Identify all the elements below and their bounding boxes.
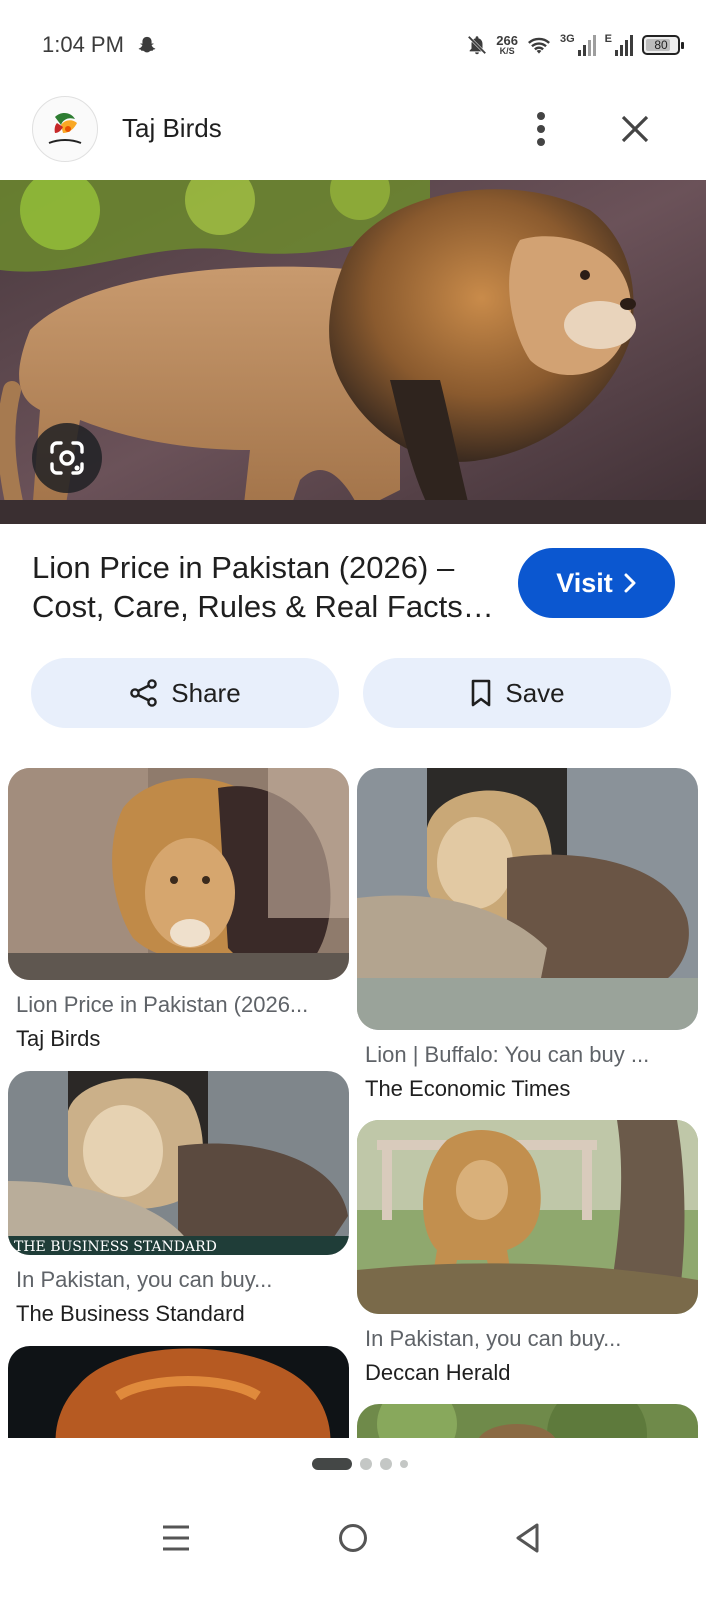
related-card[interactable]: Lion Price in Pakistan (2026... Taj Bird… bbox=[8, 768, 349, 1052]
status-indicators: 266 K/S 3G E 80 bbox=[466, 30, 684, 60]
taj-birds-logo-icon bbox=[48, 113, 82, 144]
more-vert-icon bbox=[537, 112, 545, 146]
related-source: Deccan Herald bbox=[365, 1360, 511, 1385]
related-card[interactable]: Lion | Buffalo: You can buy ... The Econ… bbox=[357, 768, 698, 1102]
related-source: The Business Standard bbox=[16, 1301, 245, 1326]
share-button[interactable]: Share bbox=[31, 658, 339, 728]
network-type-1: 3G bbox=[559, 33, 575, 45]
network-speed-unit: K/S bbox=[499, 46, 515, 56]
network-speed: 266 K/S bbox=[496, 34, 518, 56]
visit-label: Visit bbox=[556, 567, 613, 598]
visit-button[interactable]: Visit bbox=[518, 548, 675, 618]
lion-photo bbox=[0, 180, 706, 524]
back-button[interactable] bbox=[498, 1508, 558, 1568]
save-label: Save bbox=[505, 677, 565, 708]
signal-icon bbox=[577, 35, 596, 56]
related-title: In Pakistan, you can buy... bbox=[16, 1267, 273, 1292]
business-standard-watermark: THE BUSINESS STANDARD bbox=[14, 1239, 217, 1255]
related-card[interactable] bbox=[357, 1404, 698, 1438]
related-thumbnail bbox=[357, 1120, 698, 1314]
page-dot bbox=[360, 1458, 372, 1470]
site-logo[interactable] bbox=[32, 96, 98, 162]
page-dot bbox=[400, 1460, 408, 1468]
page-dot-active bbox=[312, 1458, 352, 1470]
related-card[interactable]: In Pakistan, you can buy... Deccan Heral… bbox=[357, 1120, 698, 1386]
google-lens-icon bbox=[50, 441, 84, 475]
related-source: The Economic Times bbox=[365, 1076, 571, 1101]
system-nav-bar bbox=[0, 1490, 720, 1600]
related-title: Lion Price in Pakistan (2026... bbox=[16, 992, 309, 1017]
related-source: Taj Birds bbox=[16, 1026, 101, 1051]
related-thumbnail: THE BUSINESS STANDARD bbox=[8, 1071, 349, 1255]
site-name[interactable]: Taj Birds bbox=[122, 113, 222, 144]
site-header: Taj Birds bbox=[0, 96, 720, 168]
menu-icon bbox=[163, 1525, 189, 1551]
network-type-2: E bbox=[604, 33, 612, 45]
home-circle-icon bbox=[339, 1524, 367, 1552]
related-title: In Pakistan, you can buy... bbox=[365, 1326, 622, 1351]
bell-off-icon bbox=[468, 35, 487, 55]
share-icon bbox=[130, 679, 158, 707]
close-icon bbox=[621, 115, 649, 143]
related-images-grid: Lion Price in Pakistan (2026... Taj Bird… bbox=[8, 768, 698, 1438]
related-card[interactable] bbox=[8, 1346, 349, 1438]
status-bar: 1:04 PM 266 K/S 3G E 80 bbox=[0, 0, 720, 92]
lens-button[interactable] bbox=[32, 423, 102, 493]
snapchat-icon bbox=[138, 36, 156, 53]
related-thumbnail bbox=[8, 1346, 349, 1438]
hero-image[interactable] bbox=[0, 180, 706, 524]
save-button[interactable]: Save bbox=[363, 658, 671, 728]
page-indicator bbox=[0, 1456, 720, 1472]
close-button[interactable] bbox=[612, 106, 658, 152]
related-thumbnail bbox=[8, 768, 349, 980]
battery-percent: 80 bbox=[654, 38, 668, 52]
status-time: 1:04 PM bbox=[42, 32, 124, 57]
related-title: Lion | Buffalo: You can buy ... bbox=[365, 1042, 650, 1067]
wifi-icon bbox=[527, 37, 550, 54]
signal-icon-2 bbox=[615, 35, 633, 56]
chevron-right-icon bbox=[624, 573, 636, 593]
recent-apps-button[interactable] bbox=[146, 1508, 206, 1568]
home-button[interactable] bbox=[323, 1508, 383, 1568]
related-thumbnail bbox=[357, 768, 698, 1030]
page-dot bbox=[380, 1458, 392, 1470]
battery-icon: 80 bbox=[642, 35, 684, 55]
more-options-button[interactable] bbox=[520, 106, 562, 152]
back-triangle-icon bbox=[516, 1523, 539, 1553]
result-title[interactable]: Lion Price in Pakistan (2026) – Cost, Ca… bbox=[32, 548, 502, 626]
share-label: Share bbox=[171, 677, 241, 708]
related-card[interactable]: THE BUSINESS STANDARD In Pakistan, you c… bbox=[8, 1071, 349, 1327]
related-thumbnail bbox=[357, 1404, 698, 1438]
bookmark-icon bbox=[472, 679, 491, 707]
